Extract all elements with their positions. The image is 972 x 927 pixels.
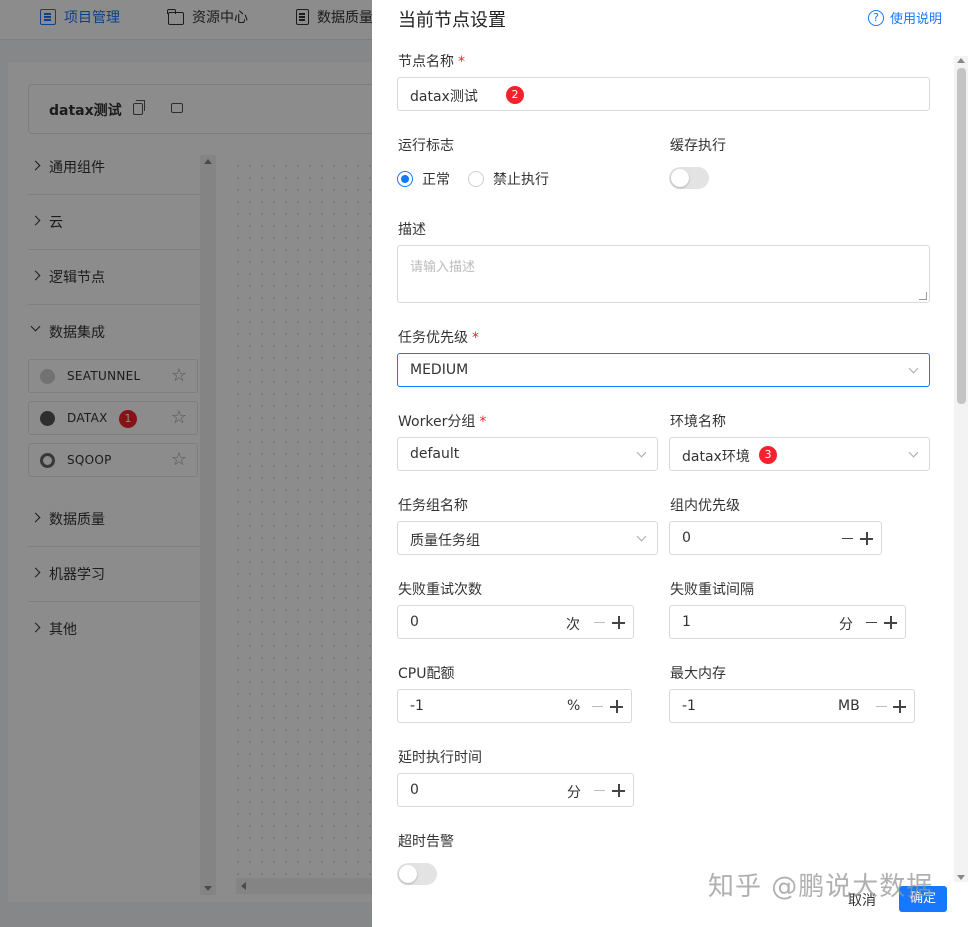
watermark: 知乎 @鹏说大数据: [708, 872, 934, 902]
node-name-label: 节点名称 *: [398, 54, 465, 70]
node-name-input[interactable]: datax测试 2: [397, 77, 930, 111]
annotation-badge: 2: [506, 86, 524, 104]
group-priority-value: 0: [682, 530, 691, 546]
retry-times-label: 失败重试次数: [398, 582, 482, 598]
description-placeholder: 请输入描述: [410, 260, 476, 275]
chevron-down-icon: [908, 363, 919, 374]
radio-checked-icon: [397, 171, 413, 187]
unit-label: 分: [839, 617, 853, 633]
delay-time-label: 延时执行时间: [398, 750, 482, 766]
radio-unchecked-icon: [468, 171, 484, 187]
delay-time-stepper[interactable]: 0 分: [397, 773, 634, 807]
cache-exec-label: 缓存执行: [670, 138, 726, 154]
minus-icon[interactable]: [592, 706, 603, 708]
radio-label: 正常: [422, 172, 450, 188]
scroll-down-icon[interactable]: [957, 875, 965, 880]
drawer-title: 当前节点设置: [398, 10, 506, 31]
delay-time-value: 0: [410, 782, 419, 798]
help-label: 使用说明: [890, 12, 943, 27]
timeout-alarm-label: 超时告警: [398, 834, 454, 850]
plus-icon[interactable]: [612, 784, 625, 797]
cpu-quota-stepper[interactable]: -1 %: [397, 689, 632, 723]
chevron-down-icon: [636, 447, 647, 458]
task-group-value: 质量任务组: [410, 533, 480, 549]
scroll-up-icon[interactable]: [957, 58, 965, 63]
priority-value: MEDIUM: [410, 362, 469, 378]
cache-exec-toggle[interactable]: [669, 167, 709, 189]
task-group-select[interactable]: 质量任务组: [397, 521, 658, 555]
description-label: 描述: [398, 222, 426, 238]
priority-select[interactable]: MEDIUM: [397, 353, 930, 387]
env-name-select[interactable]: datax环境 3: [669, 437, 930, 471]
plus-icon[interactable]: [860, 532, 873, 545]
unit-label: MB: [838, 698, 860, 714]
env-name-label: 环境名称: [670, 414, 726, 430]
unit-label: %: [567, 698, 581, 714]
minus-icon[interactable]: [866, 622, 877, 624]
minus-icon[interactable]: [842, 538, 853, 540]
unit-label: 分: [567, 785, 581, 801]
minus-icon[interactable]: [876, 706, 887, 708]
resize-handle[interactable]: [919, 292, 927, 300]
priority-label: 任务优先级 *: [398, 330, 479, 346]
chevron-down-icon: [908, 447, 919, 458]
annotation-badge: 3: [759, 446, 777, 464]
retry-interval-stepper[interactable]: 1 分: [669, 605, 906, 639]
scroll-thumb[interactable]: [957, 68, 966, 404]
max-memory-stepper[interactable]: -1 MB: [669, 689, 915, 723]
worker-group-value: default: [410, 446, 460, 462]
plus-icon[interactable]: [610, 700, 623, 713]
plus-icon[interactable]: [612, 616, 625, 629]
help-link[interactable]: ? 使用说明: [868, 8, 942, 27]
cpu-quota-value: -1: [410, 698, 424, 714]
retry-interval-value: 1: [682, 614, 691, 630]
drawer-scrollbar[interactable]: [954, 56, 968, 882]
run-flag-label: 运行标志: [398, 138, 454, 154]
radio-label: 禁止执行: [493, 172, 549, 188]
question-icon: ?: [868, 9, 884, 26]
description-textarea[interactable]: 请输入描述: [397, 245, 930, 303]
task-group-label: 任务组名称: [398, 498, 468, 514]
node-name-value: datax测试: [410, 89, 478, 105]
max-memory-label: 最大内存: [670, 666, 726, 682]
retry-times-value: 0: [410, 614, 419, 630]
plus-icon[interactable]: [884, 616, 897, 629]
retry-interval-label: 失败重试间隔: [670, 582, 754, 598]
group-priority-label: 组内优先级: [670, 498, 740, 514]
node-settings-drawer: 当前节点设置 ? 使用说明 节点名称 * datax测试 2 运行标志 正常 禁止…: [372, 0, 972, 927]
unit-label: 次: [566, 617, 580, 633]
chevron-down-icon: [636, 531, 647, 542]
plus-icon[interactable]: [893, 700, 906, 713]
cpu-quota-label: CPU配额: [398, 666, 455, 682]
worker-group-select[interactable]: default: [397, 437, 658, 471]
radio-normal[interactable]: 正常: [397, 169, 450, 189]
radio-forbidden[interactable]: 禁止执行: [468, 169, 549, 189]
max-memory-value: -1: [682, 698, 696, 714]
minus-icon[interactable]: [594, 790, 605, 792]
worker-group-label: Worker分组 *: [398, 414, 487, 430]
env-name-value: datax环境: [682, 449, 750, 465]
group-priority-stepper[interactable]: 0: [669, 521, 882, 555]
retry-times-stepper[interactable]: 0 次: [397, 605, 634, 639]
timeout-alarm-toggle[interactable]: [397, 863, 437, 885]
minus-icon[interactable]: [594, 622, 605, 624]
